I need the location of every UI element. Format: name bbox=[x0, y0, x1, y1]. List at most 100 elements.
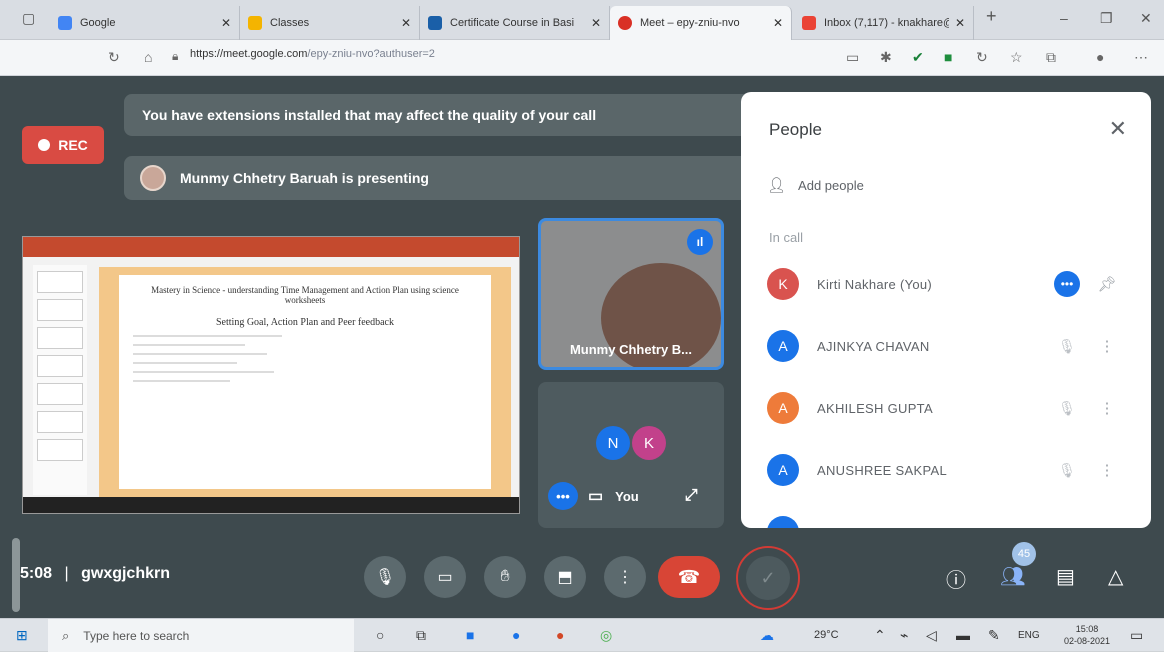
extensions-warning-banner: You have extensions installed that may a… bbox=[124, 94, 764, 136]
info-icon[interactable]: ⓘ bbox=[946, 564, 966, 593]
cortana-icon[interactable]: ○ bbox=[376, 627, 384, 643]
temperature[interactable]: 29°C bbox=[814, 629, 839, 641]
url-host: https://meet.google.com bbox=[190, 48, 308, 60]
restore-icon[interactable]: ❐ bbox=[1100, 10, 1113, 27]
powerpoint-ribbon bbox=[23, 237, 519, 257]
close-tab-icon[interactable]: ✕ bbox=[401, 16, 411, 30]
tab-inbox[interactable]: Inbox (7,117) - knakhare@ ✕ bbox=[794, 6, 974, 40]
camera-icon: ▭ bbox=[437, 569, 453, 586]
activities-icon[interactable]: △ bbox=[1108, 564, 1123, 589]
home-icon[interactable]: ⌂ bbox=[144, 49, 152, 65]
weather-icon[interactable]: ☁ bbox=[760, 627, 774, 644]
collections-icon[interactable]: ⧉ bbox=[1046, 49, 1056, 66]
add-people-label: Add people bbox=[798, 177, 864, 193]
expand-icon[interactable]: ⤢ bbox=[685, 487, 698, 505]
check-button[interactable]: ✓ bbox=[746, 556, 790, 600]
volume-icon[interactable]: ◁ bbox=[926, 627, 937, 644]
kebab-menu-icon[interactable]: ⋮ bbox=[1087, 337, 1127, 355]
notifications-icon[interactable]: ▭ bbox=[1130, 627, 1143, 644]
close-tab-icon[interactable]: ✕ bbox=[221, 16, 231, 30]
slide-canvas: Mastery in Science - understanding Time … bbox=[99, 267, 511, 497]
more-options-icon[interactable]: ••• bbox=[548, 482, 578, 510]
windows-taskbar: ⊞ ⌕ Type here to search ○ ⧉ ■ ● ● ◎ ☁ 29… bbox=[0, 618, 1164, 652]
refresh-extension-icon[interactable]: ↻ bbox=[976, 49, 988, 66]
scroll-handle[interactable] bbox=[12, 538, 20, 612]
self-avatar-n: N bbox=[596, 426, 630, 460]
self-video-tile[interactable]: N K ••• ▭ You ⤢ bbox=[538, 382, 724, 528]
add-people-button[interactable]: 👤︎ Add people bbox=[767, 176, 864, 194]
pen-icon[interactable]: ✎ bbox=[988, 627, 1000, 644]
slide-text-line bbox=[133, 344, 245, 346]
battery-icon[interactable]: ▬ bbox=[956, 627, 970, 643]
camera-button[interactable]: ▭ bbox=[424, 556, 466, 598]
close-tab-icon[interactable]: ✕ bbox=[773, 16, 783, 30]
minimize-icon[interactable]: – bbox=[1060, 10, 1068, 26]
raise-hand-button[interactable]: ✋︎ bbox=[484, 556, 526, 598]
language-indicator[interactable]: ENG bbox=[1018, 630, 1040, 641]
slide-text-line bbox=[133, 335, 282, 337]
site-favicon-icon bbox=[428, 16, 442, 30]
tab-meet[interactable]: Meet – epy-zniu-nvo ✕ bbox=[610, 6, 792, 40]
slide-thumbnail bbox=[37, 439, 83, 461]
checkmark-extension-icon[interactable]: ✔ bbox=[912, 49, 924, 66]
sheets-extension-icon[interactable]: ■ bbox=[944, 49, 952, 65]
tab-title: Certificate Course in Basi bbox=[450, 17, 575, 29]
presenting-text: Munmy Chhetry Baruah is presenting bbox=[180, 170, 429, 186]
pin-icon[interactable]: 📌︎ bbox=[1087, 275, 1127, 293]
windows-start-icon[interactable]: ⊞ bbox=[16, 627, 28, 644]
powerpoint-icon[interactable]: ● bbox=[556, 627, 564, 643]
task-view-icon[interactable]: ⧉ bbox=[416, 627, 426, 644]
kebab-menu-icon[interactable]: ⋮ bbox=[1087, 461, 1127, 479]
close-window-icon[interactable]: ✕ bbox=[1140, 10, 1152, 27]
participant-row-partial[interactable] bbox=[767, 512, 1127, 528]
chevron-up-icon[interactable]: ⌃ bbox=[874, 627, 886, 644]
participant-row[interactable]: A ANUSHREE SAKPAL 🎙︎ ⋮ bbox=[767, 450, 1127, 490]
search-placeholder: Type here to search bbox=[83, 628, 190, 643]
tab-title: Classes bbox=[270, 17, 310, 29]
chrome-icon[interactable]: ◎ bbox=[600, 627, 612, 644]
chat-icon[interactable]: ▤ bbox=[1056, 564, 1075, 589]
taskbar-search[interactable]: ⌕ Type here to search bbox=[48, 619, 354, 652]
presenter-video-tile[interactable]: ıl Munmy Chhetry B... bbox=[538, 218, 724, 370]
participant-more-button[interactable]: ••• bbox=[1047, 271, 1087, 297]
camera-off-icon[interactable]: ▭ bbox=[588, 486, 603, 506]
meeting-time: 5:08 bbox=[20, 565, 53, 582]
present-screen-button[interactable]: ⬒ bbox=[544, 556, 586, 598]
network-icon[interactable]: ⌁ bbox=[900, 627, 908, 644]
app-icon[interactable]: ■ bbox=[466, 627, 474, 643]
profile-icon[interactable]: ● bbox=[1096, 49, 1104, 65]
meeting-code: gwxgjchkrn bbox=[81, 565, 170, 582]
rec-label: REC bbox=[58, 137, 88, 153]
url-field[interactable]: https://meet.google.com/epy-zniu-nvo?aut… bbox=[190, 48, 435, 60]
system-clock[interactable]: 15:08 02-08-2021 bbox=[1064, 623, 1110, 647]
camera-indicator-icon[interactable]: ▭ bbox=[846, 49, 859, 66]
participant-row[interactable]: A AKHILESH GUPTA 🎙︎ ⋮ bbox=[767, 388, 1127, 428]
slide-title: Mastery in Science - understanding Time … bbox=[151, 285, 459, 305]
close-tab-icon[interactable]: ✕ bbox=[955, 16, 965, 30]
participant-row[interactable]: A AJINKYA CHAVAN 🎙︎ ⋮ bbox=[767, 326, 1127, 366]
participant-row[interactable]: K Kirti Nakhare (You) ••• 📌︎ bbox=[767, 264, 1127, 304]
refresh-icon[interactable]: ↻ bbox=[108, 49, 120, 66]
participant-avatar: K bbox=[767, 268, 799, 300]
lock-icon[interactable]: 🔒︎ bbox=[172, 49, 178, 64]
microphone-button[interactable]: 🎙︎ bbox=[364, 556, 406, 598]
tab-actions-icon[interactable]: ▢ bbox=[22, 10, 35, 27]
slide-text-line bbox=[133, 362, 238, 364]
kebab-menu-icon[interactable]: ⋮ bbox=[1087, 399, 1127, 417]
favorites-icon[interactable]: ☆ bbox=[1010, 49, 1023, 66]
extensions-icon[interactable]: ✱ bbox=[880, 49, 892, 66]
more-menu-icon[interactable]: ⋯ bbox=[1134, 49, 1148, 66]
people-icon[interactable]: 👥︎ bbox=[1000, 564, 1025, 589]
tab-certificate-course[interactable]: Certificate Course in Basi ✕ bbox=[420, 6, 610, 40]
tab-google[interactable]: Google ✕ bbox=[50, 6, 240, 40]
hand-icon: ✋︎ bbox=[500, 568, 510, 585]
new-tab-button[interactable]: + bbox=[986, 6, 997, 27]
edge-icon[interactable]: ● bbox=[512, 627, 520, 643]
close-tab-icon[interactable]: ✕ bbox=[591, 16, 601, 30]
leave-call-button[interactable]: ☎︎ bbox=[658, 556, 720, 598]
mic-muted-icon: 🎙︎ bbox=[1058, 399, 1076, 416]
tab-classes[interactable]: Classes ✕ bbox=[240, 6, 420, 40]
more-options-button[interactable]: ⋮ bbox=[604, 556, 646, 598]
meet-stage: REC You have extensions installed that m… bbox=[0, 76, 1164, 618]
close-icon[interactable]: ✕ bbox=[1109, 116, 1127, 142]
